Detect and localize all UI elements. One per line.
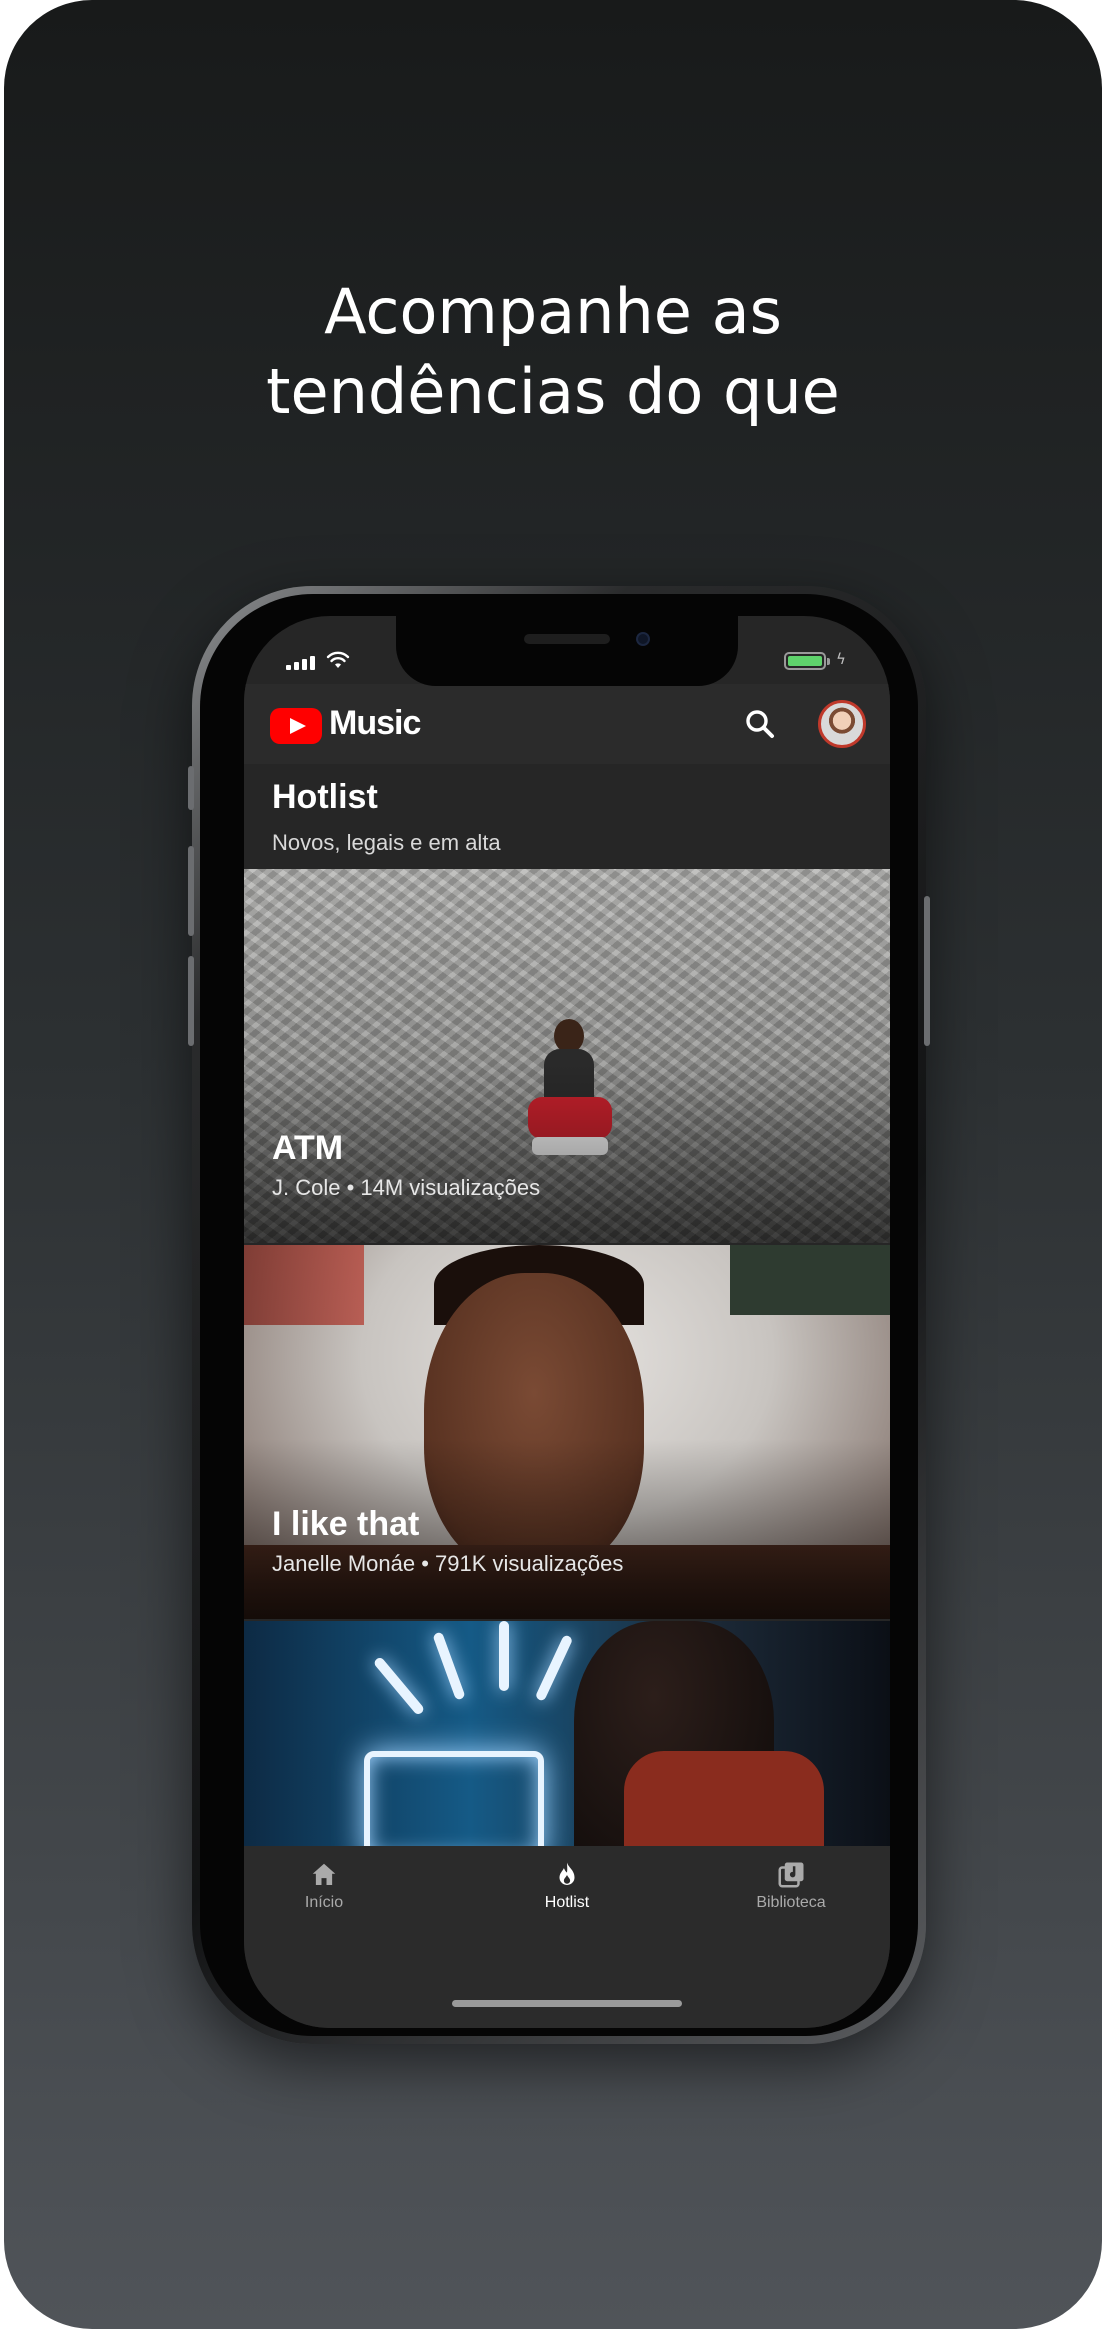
phone-bezel: ϟ Music Hotlist Novos, legais e em alta [200, 594, 918, 2036]
power-button [924, 896, 930, 1046]
flame-icon [559, 1862, 575, 1885]
page-subtitle: Novos, legais e em alta [272, 830, 501, 855]
battery-icon [784, 652, 830, 670]
video-card[interactable]: I like that Janelle Monáe • 791K visuali… [244, 1245, 890, 1619]
promo-headline: Acompanhe as tendências do que [4, 272, 1102, 432]
search-icon[interactable] [738, 702, 782, 746]
tab-label: Biblioteca [756, 1894, 826, 1911]
tab-biblioteca[interactable]: Biblioteca [711, 1860, 871, 1940]
headline-line-2: tendências do que [266, 355, 840, 428]
library-icon [778, 1862, 804, 1888]
charging-icon: ϟ [836, 650, 846, 668]
volume-up-button [188, 846, 194, 936]
app-bar: Music [244, 684, 890, 764]
avatar[interactable] [818, 700, 866, 748]
notch [396, 616, 738, 686]
diamond-neon-icon [364, 1751, 544, 1846]
video-meta: J. Cole • 14M visualizações [272, 1175, 541, 1200]
wifi-icon [326, 651, 350, 668]
phone-screen: ϟ Music Hotlist Novos, legais e em alta [244, 616, 890, 2028]
home-icon [312, 1863, 336, 1885]
tab-label: Início [304, 1894, 344, 1911]
tab-hotlist[interactable]: Hotlist [487, 1860, 647, 1940]
phone-frame: ϟ Music Hotlist Novos, legais e em alta [188, 586, 930, 2044]
volume-down-button [188, 956, 194, 1046]
speaker-grille [524, 634, 610, 644]
video-card[interactable] [244, 1621, 890, 1846]
page-title: Hotlist [272, 778, 378, 816]
app-name: Music [329, 704, 421, 742]
home-indicator[interactable] [452, 2000, 682, 2007]
cellular-signal-icon [286, 656, 315, 670]
video-meta: Janelle Monáe • 791K visualizações [272, 1551, 624, 1576]
mute-switch [188, 766, 194, 810]
video-card[interactable]: ATM J. Cole • 14M visualizações [244, 869, 890, 1243]
tab-label: Hotlist [544, 1894, 590, 1911]
promo-card: Acompanhe as tendências do que ϟ Music H… [4, 0, 1102, 2329]
video-title: ATM [272, 1129, 344, 1167]
headline-line-1: Acompanhe as [324, 275, 782, 348]
video-title: I like that [272, 1505, 420, 1543]
section-header: Hotlist Novos, legais e em alta [244, 764, 890, 869]
tab-inicio[interactable]: Início [244, 1860, 404, 1940]
front-camera-icon [636, 632, 650, 646]
youtube-logo-icon[interactable] [270, 708, 322, 744]
